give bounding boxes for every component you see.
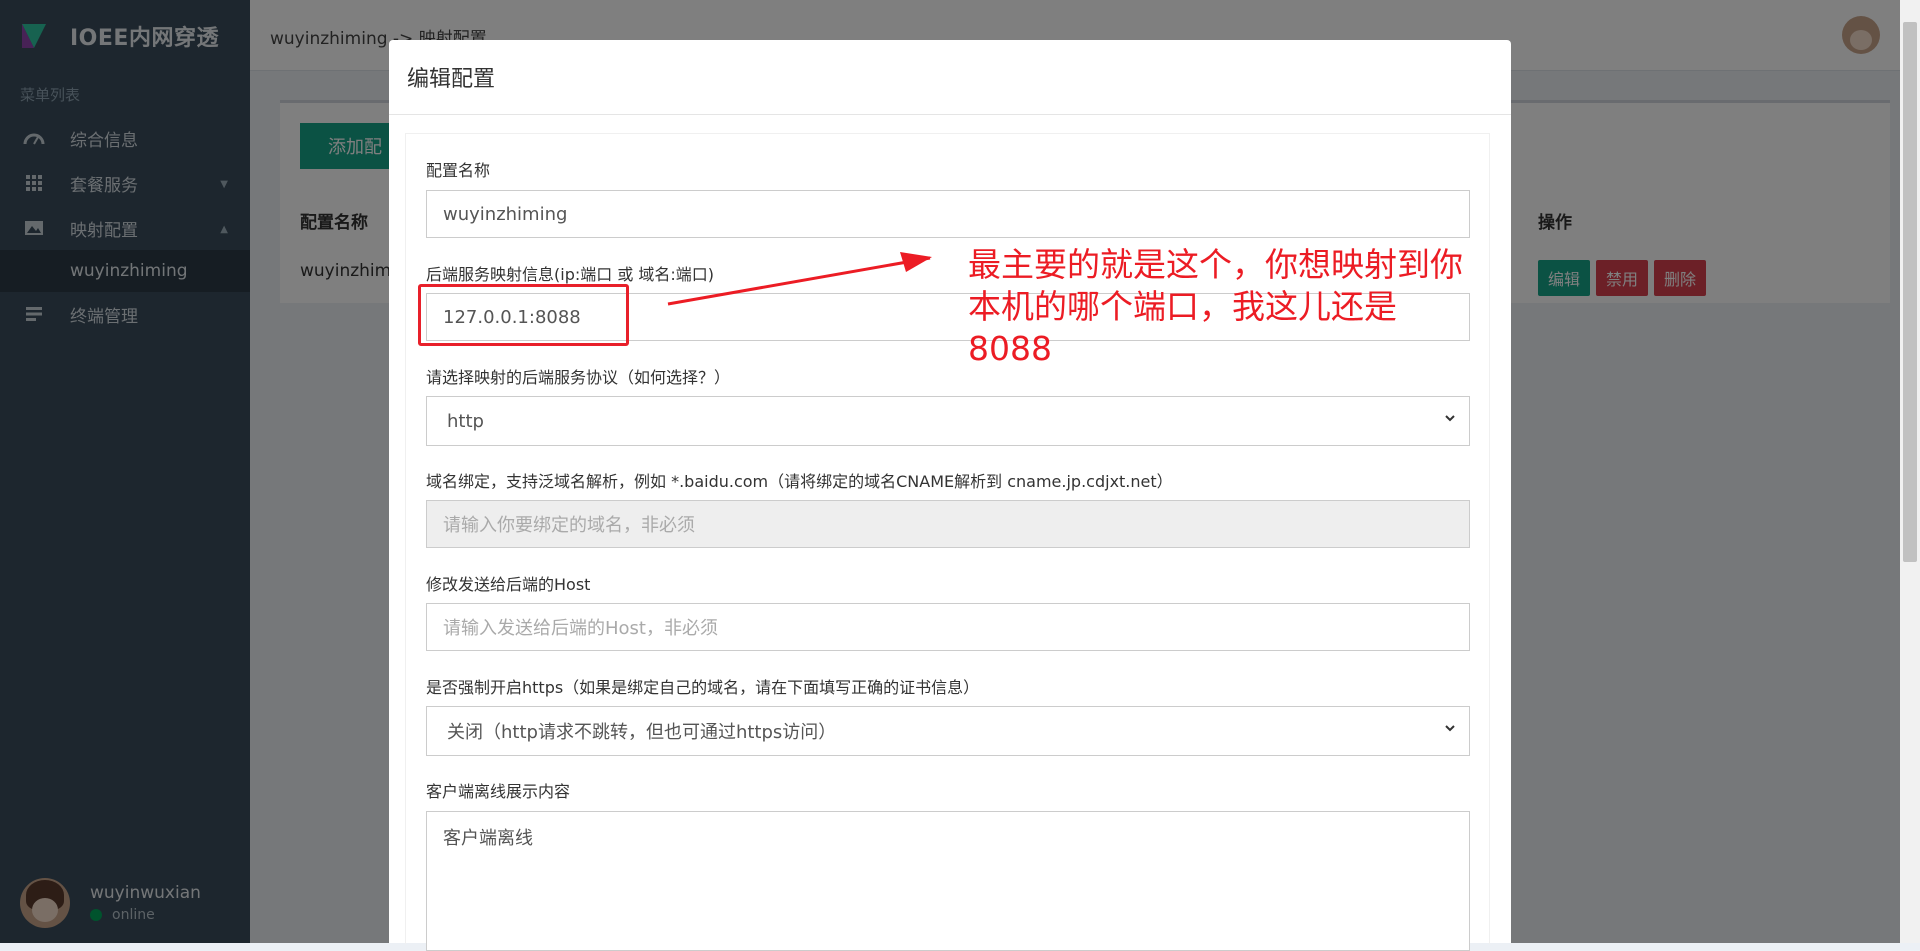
https-selected-value: 关闭（http请求不跳转，但也可通过https访问） [447,722,837,743]
config-name-field[interactable]: wuyinzhiming [426,190,1470,238]
modal-header: 编辑配置 [389,40,1511,115]
annotation-highlight-box [418,284,629,346]
offline-content-textarea[interactable]: 客户端离线 [426,811,1470,951]
host-placeholder: 请输入发送给后端的Host，非必须 [443,618,718,639]
annotation-arrow-icon [667,252,932,306]
domain-binding-input[interactable]: 请输入你要绑定的域名，非必须 [426,500,1470,548]
protocol-select[interactable]: http [426,396,1470,446]
annotation-line-2: 本机的哪个端口，我这儿还是8088 [968,287,1397,368]
chevron-down-icon [1445,725,1455,732]
protocol-selected-value: http [447,410,484,432]
page-scrollbar[interactable] [1900,0,1920,943]
domain-placeholder: 请输入你要绑定的域名，非必须 [443,515,695,536]
modal-title: 编辑配置 [407,67,496,92]
scrollbar-thumb[interactable] [1903,22,1917,562]
host-label: 修改发送给后端的Host [426,575,591,594]
https-label: 是否强制开启https（如果是绑定自己的域名，请在下面填写正确的证书信息） [426,678,980,697]
domain-label: 域名绑定，支持泛域名解析，例如 *.baidu.com（请将绑定的域名CNAME… [426,472,1173,491]
offline-label: 客户端离线展示内容 [426,782,571,801]
name-label: 配置名称 [426,161,491,180]
offline-content-value: 客户端离线 [443,828,533,849]
edit-config-modal: 编辑配置 配置名称 wuyinzhiming 后端服务映射信息(ip:端口 或 … [389,40,1511,951]
protocol-label: 请选择映射的后端服务协议（如何选择？） [426,368,731,387]
host-header-input[interactable]: 请输入发送给后端的Host，非必须 [426,603,1470,651]
annotation-note: 最主要的就是这个，你想映射到你 本机的哪个端口，我这儿还是8088 [968,244,1468,370]
force-https-select[interactable]: 关闭（http请求不跳转，但也可通过https访问） [426,706,1470,756]
annotation-line-1: 最主要的就是这个，你想映射到你 [968,245,1463,284]
config-name-value: wuyinzhiming [443,203,568,225]
chevron-down-icon [1445,415,1455,422]
